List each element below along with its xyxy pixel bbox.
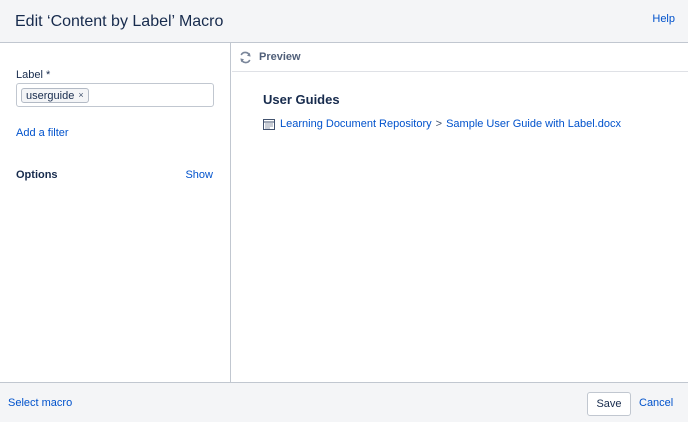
- save-button[interactable]: Save: [587, 392, 631, 416]
- preview-list-item: Learning Document Repository > Sample Us…: [263, 118, 621, 130]
- breadcrumb-separator: >: [435, 118, 443, 130]
- document-icon: [263, 118, 275, 130]
- label-tag-userguide: userguide ×: [21, 88, 89, 103]
- label-input[interactable]: userguide ×: [16, 83, 214, 107]
- edit-macro-dialog: Edit ‘Content by Label’ Macro Help Label…: [0, 0, 688, 422]
- options-show-link[interactable]: Show: [185, 169, 213, 181]
- dialog-title: Edit ‘Content by Label’ Macro: [15, 13, 224, 30]
- cancel-link[interactable]: Cancel: [639, 397, 673, 409]
- parent-page-link[interactable]: Learning Document Repository: [280, 118, 432, 130]
- remove-tag-icon[interactable]: ×: [78, 91, 83, 100]
- preview-bar: Preview: [232, 43, 688, 72]
- label-field-label: Label *: [16, 69, 51, 81]
- preview-panel: Preview User Guides Learning Document Re…: [232, 43, 688, 382]
- preview-title: Preview: [259, 51, 301, 63]
- dialog-header: Edit ‘Content by Label’ Macro Help: [0, 0, 688, 43]
- add-filter-link[interactable]: Add a filter: [16, 127, 69, 139]
- options-heading: Options: [16, 169, 58, 181]
- macro-parameters-panel: Label * userguide × Add a filter Options…: [0, 43, 231, 382]
- refresh-icon[interactable]: [239, 51, 252, 64]
- attachment-link[interactable]: Sample User Guide with Label.docx: [446, 118, 621, 130]
- dialog-footer: Select macro Save Cancel: [0, 382, 688, 422]
- select-macro-link[interactable]: Select macro: [8, 397, 72, 409]
- label-tag-text: userguide: [26, 89, 75, 102]
- help-link[interactable]: Help: [652, 13, 675, 25]
- preview-heading: User Guides: [263, 92, 340, 107]
